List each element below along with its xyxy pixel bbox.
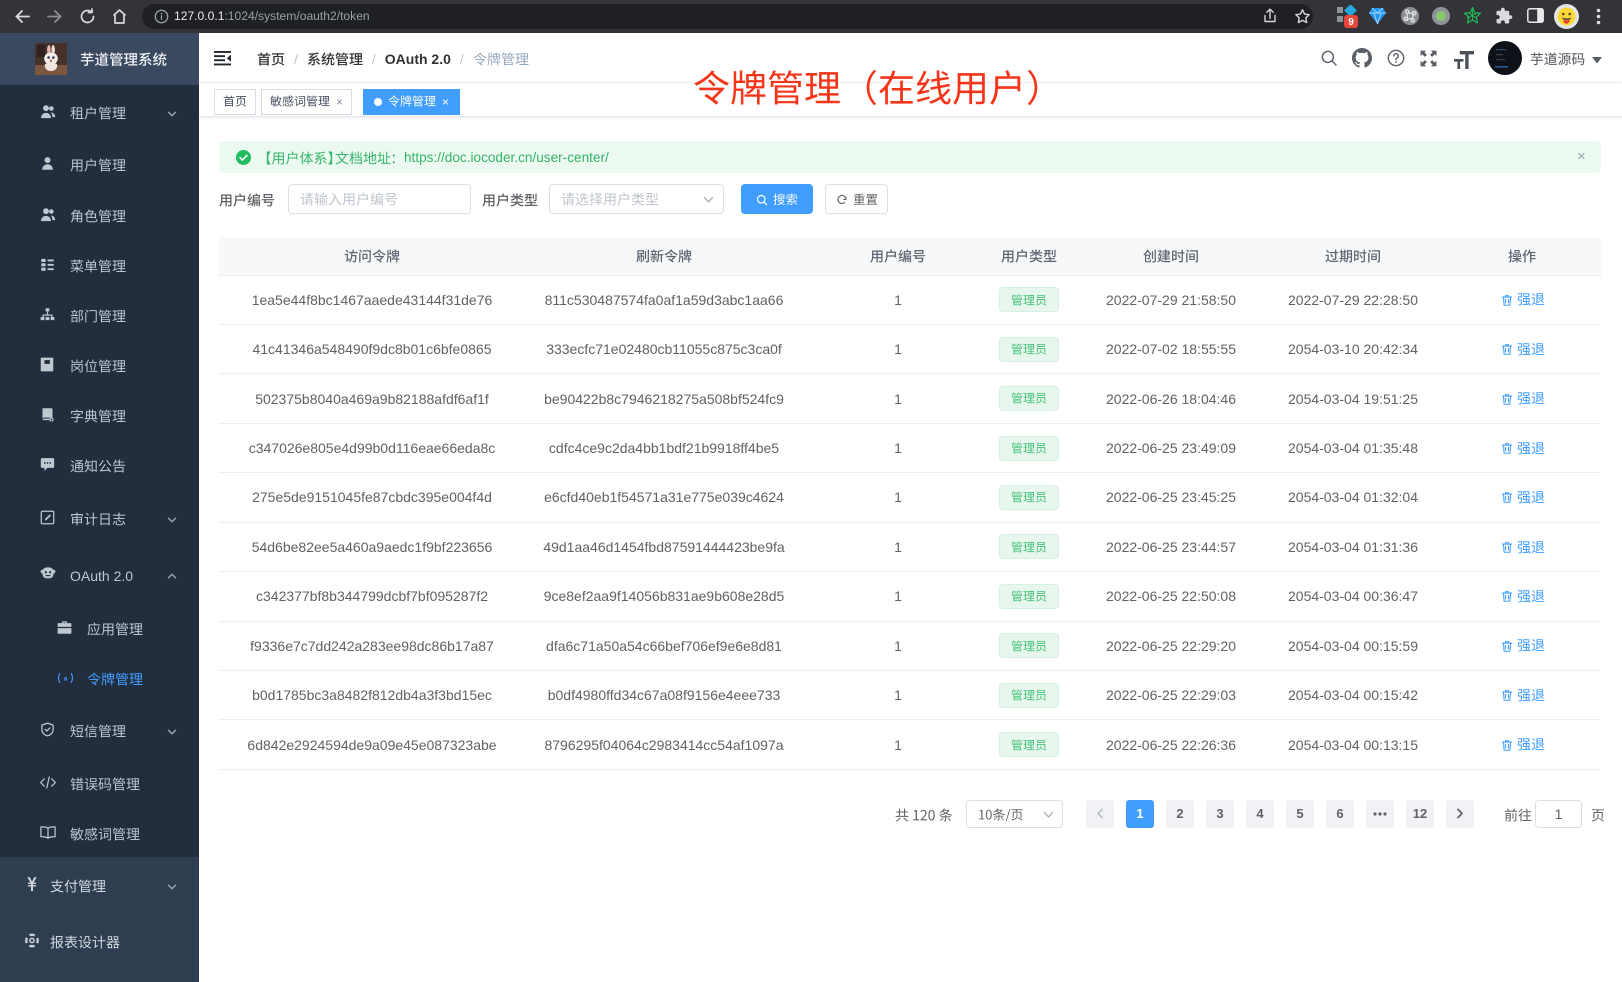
- svg-text:a: a: [64, 676, 68, 683]
- svg-text:9: 9: [1348, 17, 1354, 28]
